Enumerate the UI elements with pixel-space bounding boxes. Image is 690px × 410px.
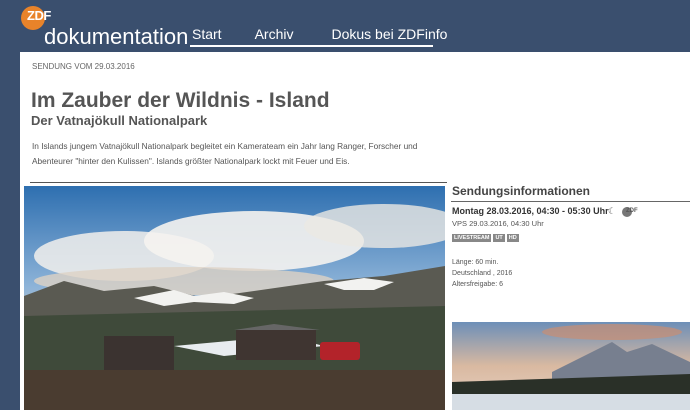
- age-rating: Altersfreigabe: 6: [452, 281, 503, 288]
- related-video-thumbnail[interactable]: [452, 322, 690, 410]
- vps-time: VPS 29.03.2016, 04:30 Uhr: [452, 219, 544, 228]
- broadcast-date: SENDUNG VOM 29.03.2016: [32, 62, 135, 71]
- nav-archiv[interactable]: Archiv: [255, 26, 294, 42]
- badge-hd: HD: [506, 234, 519, 242]
- sidebar-title: Sendungsinformationen: [452, 184, 590, 198]
- brand-title[interactable]: dokumentation: [44, 24, 188, 50]
- zdf-channel-label: ZDF: [626, 208, 638, 214]
- zdf-logo-text[interactable]: ZDF: [27, 8, 51, 23]
- mountain-image: [452, 322, 690, 410]
- nav-underline: [190, 45, 433, 47]
- airdate: Montag 28.03.2016, 04:30 - 05:30 Uhr: [452, 206, 609, 216]
- site-header: ZDF dokumentation Start Archiv Dokus bei…: [0, 0, 690, 50]
- divider: [30, 182, 447, 183]
- page-title: Im Zauber der Wildnis - Island: [31, 89, 330, 112]
- country-year: Deutschland , 2016: [452, 270, 513, 277]
- length: Länge: 60 min.: [452, 259, 499, 266]
- main-nav: Start Archiv Dokus bei ZDFinfo: [192, 26, 447, 42]
- hero-image[interactable]: [24, 186, 445, 410]
- moon-icon: ☾: [608, 206, 617, 216]
- description: In Islands jungem Vatnajökull Nationalpa…: [32, 141, 418, 166]
- program-info: Länge: 60 min. Deutschland , 2016 Alters…: [452, 257, 512, 290]
- nav-dokus-zdfinfo[interactable]: Dokus bei ZDFinfo: [331, 26, 447, 42]
- page-subtitle: Der Vatnajökull Nationalpark: [31, 113, 208, 128]
- nav-start[interactable]: Start: [192, 26, 222, 42]
- badge-row: LIVESTREAM UT HD: [452, 234, 519, 242]
- main-content: SENDUNG VOM 29.03.2016 Im Zauber der Wil…: [20, 52, 690, 410]
- badge-livestream[interactable]: LIVESTREAM: [452, 234, 492, 242]
- landscape-image: [24, 186, 445, 410]
- sidebar-divider: [451, 201, 690, 202]
- badge-ut: UT: [493, 234, 505, 242]
